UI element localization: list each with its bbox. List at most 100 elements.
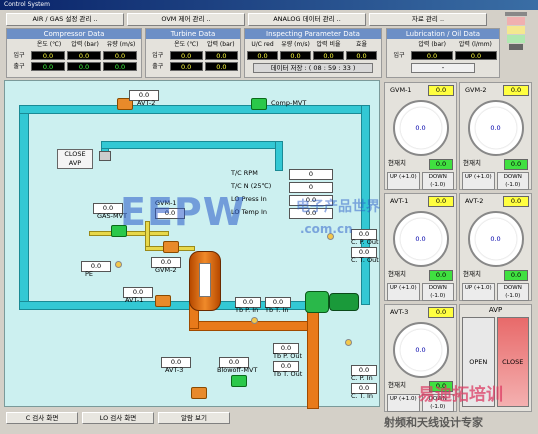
pipe-left-vertical xyxy=(19,109,29,309)
gauge-avt2-value: 0.0 xyxy=(503,196,529,207)
gauge-gvm1-up-button[interactable]: UP (+1.0) xyxy=(387,172,420,190)
pipe-top-horizontal xyxy=(19,105,369,114)
gauge-gvm1-name: GVM-1 xyxy=(390,86,412,94)
tbt-out-label: Tb T. Out xyxy=(273,370,303,378)
ct-in-label: C. T. In xyxy=(351,392,374,400)
gauge-gvm2-current: 0.0 xyxy=(504,159,528,170)
gauge-gvm1-dial-icon: 0.0 xyxy=(392,100,449,156)
gauge-avt2-dial-value: 0.0 xyxy=(490,235,501,243)
inspecting-ratio-value: 0.0 xyxy=(313,51,344,60)
turbine-panel: Turbine Data 온도 (℃) 압력 (bar) 입구 0.0 0.0 … xyxy=(145,28,241,78)
gauge-gvm2-up-button[interactable]: UP (+1.0) xyxy=(462,172,495,190)
compressor-panel: Compressor Data 온도 (℃) 압력 (bar) 유량 (m/s)… xyxy=(6,28,142,78)
readout-row: T/C RPM 0 xyxy=(231,169,341,180)
process-diagram: 0.0 AVT-2 Comp-MVT CLOSE AVP 0.0 GAS-MVT… xyxy=(4,80,380,409)
gauge-avt1-up-button[interactable]: UP (+1.0) xyxy=(387,283,420,301)
turbine-title: Turbine Data xyxy=(146,29,240,39)
rf-design-watermark: 射频和天线设计专家 xyxy=(384,416,483,429)
gauge-gvm2-current-label: 현재치 xyxy=(463,159,481,167)
readout-rpm-value: 0 xyxy=(289,169,333,180)
data-save-timestamp[interactable]: 데이터 저장 : ( 08 : 59 : 33 ) xyxy=(253,63,373,73)
gauge-gvm1-dial-value: 0.0 xyxy=(415,124,426,132)
gvm2-valve-icon[interactable] xyxy=(163,241,179,253)
avp-panel-title: AVP xyxy=(488,306,503,314)
compressor-header-press: 압력 (bar) xyxy=(71,41,99,48)
gauge-gvm2: GVM-2 0.0 0.0 현재치 0.0 UP (+1.0) DOWN (-1.0) xyxy=(459,82,532,190)
turbine-row-inlet: 입구 xyxy=(152,52,164,59)
gauge-gvm2-down-button[interactable]: DOWN (-1.0) xyxy=(496,172,529,190)
gauge-avt1-current-label: 현재치 xyxy=(388,270,406,278)
gauge-avt2-up-button[interactable]: UP (+1.0) xyxy=(462,283,495,301)
inspecting-header-ucred: U/C red xyxy=(251,41,274,48)
gauge-gvm1: GVM-1 0.0 0.0 현재치 0.0 UP (+1.0) DOWN (-1.0) xyxy=(384,82,457,190)
turbine-inlet-press: 0.0 xyxy=(204,51,238,60)
gauge-avt1-value: 0.0 xyxy=(428,196,454,207)
lubrication-extra-field: - xyxy=(411,63,475,73)
eepw-watermark: EEPW xyxy=(120,190,246,234)
gauge-avt2-down-button[interactable]: DOWN (-1.0) xyxy=(496,283,529,301)
menu-air-gas-button[interactable]: AIR / GAS 설정 관리 .. xyxy=(6,13,124,26)
turbine-row-outlet: 출구 xyxy=(152,63,164,70)
avp-valve-icon[interactable] xyxy=(99,151,111,161)
turbine-outlet-temp: 0.0 xyxy=(169,62,203,71)
avt1-valve-icon[interactable] xyxy=(155,295,171,307)
lubrication-row-inlet: 입구 xyxy=(393,52,405,59)
gauge-gvm2-value: 0.0 xyxy=(503,85,529,96)
gauge-gvm2-name: GVM-2 xyxy=(465,86,487,94)
avp-name: AVP xyxy=(68,159,82,167)
menu-analog-button[interactable]: ANALOG 데이터 관리 .. xyxy=(248,13,366,26)
turbine-header-temp: 온도 (℃) xyxy=(174,41,199,48)
signal-tower-icon xyxy=(505,12,527,52)
tbp-in-sensor-icon xyxy=(251,317,258,324)
inspecting-ucred-value: 0.0 xyxy=(247,51,278,60)
blowoff-label: Blowoff-MVT xyxy=(217,366,258,374)
pipe-mid-drop xyxy=(275,141,283,171)
lo-inspection-screen-button[interactable]: LO 검사 화면 xyxy=(82,412,154,424)
lubrication-title: Lubrication / Oil Data xyxy=(387,29,499,39)
turbocharger-compressor xyxy=(305,291,329,313)
c-inspection-screen-button[interactable]: C 검사 화면 xyxy=(6,412,78,424)
gauge-avt2-name: AVT-2 xyxy=(465,197,484,205)
rf-training-watermark: 易迪拓培训 xyxy=(418,385,503,405)
gauge-avt3-dial-value: 0.0 xyxy=(415,346,426,354)
gauge-avt1: AVT-1 0.0 0.0 현재치 0.0 UP (+1.0) DOWN (-1.0) xyxy=(384,193,457,301)
gauge-avt2-dial-icon: 0.0 xyxy=(467,211,524,267)
window-title: Control System xyxy=(4,1,50,8)
pipe-mid-horizontal xyxy=(101,141,281,149)
alarm-view-button[interactable]: 알람 보기 xyxy=(158,412,230,424)
gauge-avt1-down-button[interactable]: DOWN (-1.0) xyxy=(421,283,454,301)
ct-out-label: C. T. Out xyxy=(351,256,379,264)
inspecting-title: Inspecting Parameter Data xyxy=(245,29,381,39)
gauge-gvm1-current: 0.0 xyxy=(429,159,453,170)
gauge-avt3-up-button[interactable]: UP (+1.0) xyxy=(387,394,420,412)
lubrication-panel: Lubrication / Oil Data 압력 (bar) 압력 (l/mm… xyxy=(386,28,500,78)
compressor-inlet-temp: 0.0 xyxy=(31,51,65,60)
lubrication-press-value: 0.0 xyxy=(411,51,453,60)
inspecting-panel: Inspecting Parameter Data U/C red 유량 (m/… xyxy=(244,28,382,78)
compressor-outlet-temp: 0.0 xyxy=(31,62,65,71)
combustor-window xyxy=(199,263,211,297)
gauge-avt3-name: AVT-3 xyxy=(390,308,409,316)
compressor-outlet-press: 0.0 xyxy=(67,62,101,71)
gauge-gvm1-current-label: 현재치 xyxy=(388,159,406,167)
compressor-header-flow: 유량 (m/s) xyxy=(106,41,136,48)
title-bar: Control System xyxy=(0,0,538,10)
tbp-in-label: Tb P. In xyxy=(235,306,259,314)
gauge-gvm1-value: 0.0 xyxy=(428,85,454,96)
compressor-inlet-press: 0.0 xyxy=(67,51,101,60)
compressor-outlet-flow: 0.0 xyxy=(103,62,137,71)
comp-mvt-valve-icon[interactable] xyxy=(251,98,267,110)
gauge-avt2: AVT-2 0.0 0.0 현재치 0.0 UP (+1.0) DOWN (-1.0) xyxy=(459,193,532,301)
lubrication-header-press: 압력 (bar) xyxy=(418,41,446,48)
compressor-inlet-flow: 0.0 xyxy=(103,51,137,60)
menu-ovm-button[interactable]: OVM 제어 관리 .. xyxy=(127,13,245,26)
avt1-label: AVT-1 xyxy=(125,296,144,304)
menu-data-button[interactable]: 자료 관리 .. xyxy=(369,13,487,26)
avt3-valve-icon[interactable] xyxy=(191,387,207,399)
gauge-gvm1-down-button[interactable]: DOWN (-1.0) xyxy=(421,172,454,190)
readout-n25-value: 0 xyxy=(289,182,333,193)
gauge-gvm2-dial-value: 0.0 xyxy=(490,124,501,132)
tbt-in-label: Tb T. In xyxy=(265,306,289,314)
lubrication-flow-value: 0.0 xyxy=(455,51,497,60)
blowoff-valve-icon[interactable] xyxy=(231,375,247,387)
